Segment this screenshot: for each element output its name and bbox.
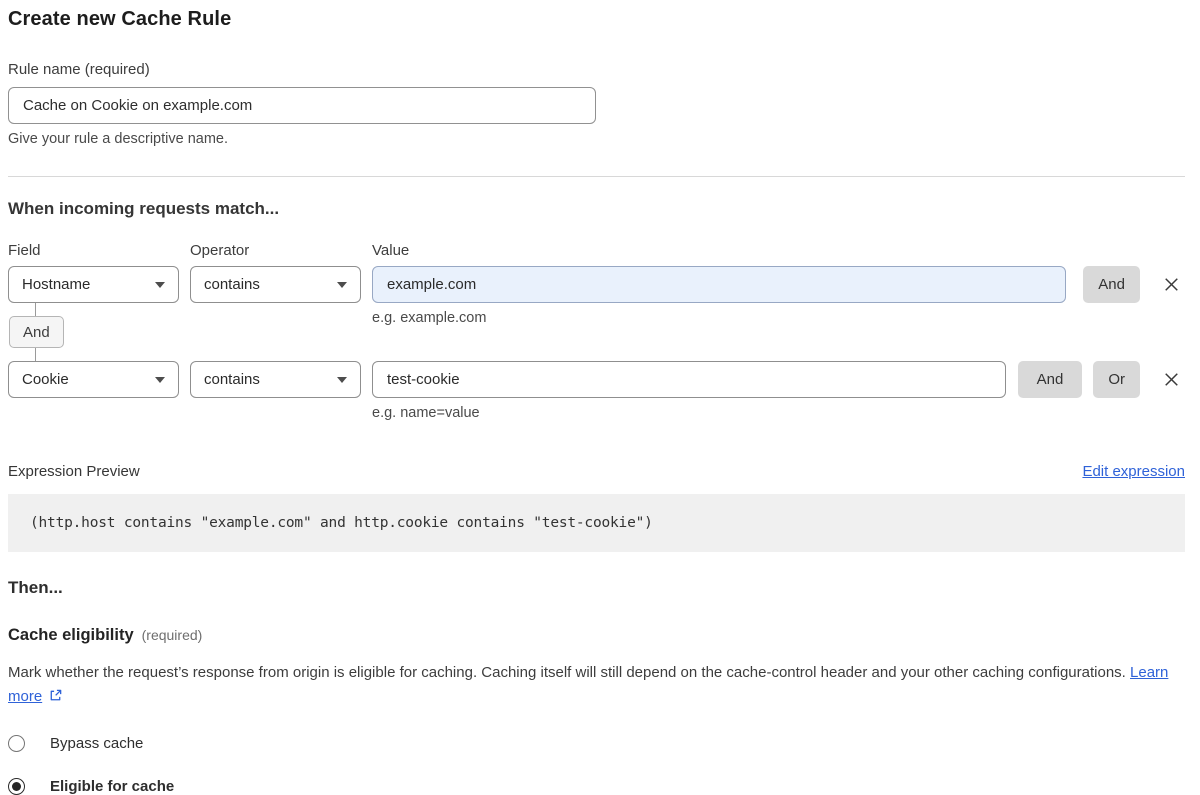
cache-eligibility-description: Mark whether the request’s response from… [8,661,1173,709]
radio-dot [12,782,21,791]
operator-column-label: Operator [190,242,361,259]
radio-unselected-icon [8,735,25,752]
field-select-1[interactable]: Hostname [8,266,179,303]
add-and-condition-button-2[interactable]: And [1018,361,1083,398]
caret-down-icon [337,377,347,383]
section-divider [8,176,1185,177]
edit-expression-link[interactable]: Edit expression [1082,463,1185,480]
radio-option-eligible-for-cache[interactable]: Eligible for cache [8,778,1185,795]
caret-down-icon [155,377,165,383]
field-column-label: Field [8,242,179,259]
value-helper-2: e.g. name=value [372,405,1185,421]
operator-select-1-value: contains [204,276,260,293]
caret-down-icon [337,282,347,288]
value-column-label: Value [372,242,409,259]
required-note: (required) [142,627,203,643]
field-select-2[interactable]: Cookie [8,361,179,398]
expression-preview-header: Expression Preview Edit expression [8,463,1185,480]
match-section-heading: When incoming requests match... [8,199,1185,219]
radio-option-bypass-cache[interactable]: Bypass cache [8,735,1185,752]
radio-label-bypass: Bypass cache [50,735,143,752]
expression-preview-label: Expression Preview [8,463,140,480]
value-helper-1: e.g. example.com [372,310,486,326]
connector-line-bottom [35,348,36,361]
description-text: Mark whether the request’s response from… [8,664,1126,681]
radio-selected-icon [8,778,25,795]
condition-column-labels: Field Operator Value [8,242,1185,259]
field-select-2-value: Cookie [22,371,69,388]
rule-name-helper: Give your rule a descriptive name. [8,131,1185,147]
expression-code-block: (http.host contains "example.com" and ht… [8,494,1185,552]
condition-row-2: Cookie contains And Or [8,361,1185,398]
then-heading: Then... [8,578,1185,598]
add-and-condition-button-1[interactable]: And [1083,266,1140,303]
cache-eligibility-header: Cache eligibility (required) [8,626,1185,645]
cache-eligibility-heading: Cache eligibility [8,626,134,645]
create-cache-rule-form: Create new Cache Rule Rule name (require… [0,0,1200,795]
connector-line-top [35,303,36,316]
field-select-1-value: Hostname [22,276,90,293]
condition-row-1: Hostname contains And [8,266,1185,303]
external-link-icon [48,688,63,703]
connector-and-toggle[interactable]: And [9,316,64,348]
remove-condition-button-1[interactable] [1161,274,1182,295]
page-title: Create new Cache Rule [8,8,1185,31]
caret-down-icon [155,282,165,288]
add-or-condition-button-2[interactable]: Or [1093,361,1140,398]
condition-connector-zone: e.g. example.com And [8,303,1185,361]
operator-select-2-value: contains [204,371,260,388]
remove-condition-button-2[interactable] [1161,369,1182,390]
rule-name-input[interactable] [8,87,596,124]
close-icon [1161,274,1182,295]
value-input-2[interactable] [372,361,1006,398]
operator-select-2[interactable]: contains [190,361,361,398]
rule-name-label: Rule name (required) [8,61,1185,78]
value-input-1[interactable] [372,266,1066,303]
close-icon [1161,369,1182,390]
operator-select-1[interactable]: contains [190,266,361,303]
radio-label-eligible: Eligible for cache [50,778,174,795]
